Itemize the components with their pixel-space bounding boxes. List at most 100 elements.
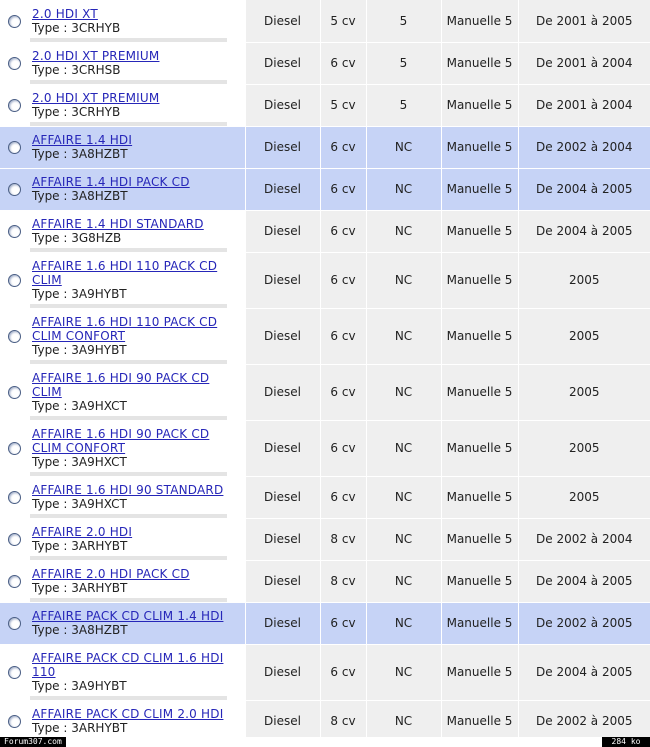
table-row[interactable]: 2.0 HDI XT Type : 3CRHYB Diesel 5 cv 5 Manuel… [0, 0, 650, 43]
table-row[interactable]: 2.0 HDI XT PREMIUM Type : 3CRHSB Diesel 6 c… [0, 42, 650, 85]
radio-button[interactable] [8, 617, 21, 630]
version-type: Type : 3CRHYB [32, 105, 121, 119]
radio-button[interactable] [8, 491, 21, 504]
fiscal-power-cell: 6 cv [319, 168, 366, 211]
doors-cell: NC [365, 644, 441, 701]
row-divider [30, 303, 227, 308]
doors-cell: NC [365, 560, 441, 603]
period-cell: 2005 [517, 252, 650, 309]
gearbox-cell: Manuelle 5 [440, 420, 518, 477]
gearbox-cell: Manuelle 5 [440, 602, 518, 645]
radio-button[interactable] [8, 274, 21, 287]
table-row[interactable]: AFFAIRE 1.4 HDI PACK CD Type : 3A8HZBT Die… [0, 168, 650, 211]
version-type: Type : 3G8HZB [32, 231, 122, 245]
radio-button[interactable] [8, 183, 21, 196]
radio-button[interactable] [8, 14, 21, 28]
fuel-cell: Diesel [244, 252, 320, 309]
version-link[interactable]: AFFAIRE 1.6 HDI 90 PACK CD CLIM [32, 371, 209, 399]
table-row[interactable]: AFFAIRE PACK CD CLIM 2.0 HDI Type : 3ARHY… [0, 700, 650, 743]
doors-cell: NC [365, 420, 441, 477]
doors-cell: 5 [365, 84, 441, 127]
version-link[interactable]: 2.0 HDI XT PREMIUM [32, 91, 159, 105]
version-link[interactable]: AFFAIRE 1.6 HDI 110 PACK CD CLIM [32, 259, 217, 287]
version-cell: AFFAIRE PACK CD CLIM 2.0 HDI Type : 3ARHY… [0, 700, 245, 743]
fuel-cell: Diesel [244, 168, 320, 211]
gearbox-cell: Manuelle 5 [440, 644, 518, 701]
table-row[interactable]: 2.0 HDI XT PREMIUM Type : 3CRHYB Diesel 5 c… [0, 84, 650, 127]
doors-cell: NC [365, 518, 441, 561]
table-row[interactable]: AFFAIRE 1.6 HDI 110 PACK CD CLIM CONFORT… [0, 308, 650, 365]
version-link[interactable]: AFFAIRE 1.4 HDI PACK CD [32, 175, 190, 189]
table-row[interactable]: AFFAIRE 1.4 HDI Type : 3A8HZBT Diesel 6 cv N… [0, 126, 650, 169]
site-watermark: Forum307.com [0, 737, 66, 747]
table-row[interactable]: AFFAIRE 2.0 HDI Type : 3ARHYBT Diesel 8 cv N… [0, 518, 650, 561]
version-link[interactable]: AFFAIRE 1.4 HDI [32, 133, 132, 147]
period-cell: 2005 [517, 308, 650, 365]
radio-button[interactable] [8, 386, 21, 399]
doors-cell: NC [365, 252, 441, 309]
fiscal-power-cell: 6 cv [319, 476, 366, 519]
version-link[interactable]: 2.0 HDI XT PREMIUM [32, 49, 159, 63]
version-cell: AFFAIRE PACK CD CLIM 1.6 HDI 110 Type : 3… [0, 644, 245, 701]
fuel-cell: Diesel [244, 420, 320, 477]
fuel-cell: Diesel [244, 700, 320, 743]
version-type: Type : 3ARHYBT [32, 721, 128, 735]
radio-button[interactable] [8, 330, 21, 343]
fuel-cell: Diesel [244, 518, 320, 561]
row-divider [30, 205, 227, 210]
row-divider [30, 79, 227, 84]
version-link[interactable]: AFFAIRE PACK CD CLIM 1.6 HDI 110 [32, 651, 223, 679]
table-row[interactable]: AFFAIRE 1.6 HDI 90 PACK CD CLIM CONFORT T… [0, 420, 650, 477]
period-cell: 2005 [517, 420, 650, 477]
gearbox-cell: Manuelle 5 [440, 252, 518, 309]
period-cell: De 2001 à 2004 [517, 84, 650, 127]
version-cell: AFFAIRE 1.4 HDI STANDARD Type : 3G8HZB [0, 210, 245, 253]
version-type: Type : 3A8HZBT [32, 147, 128, 161]
row-divider [30, 359, 227, 364]
version-type: Type : 3ARHYBT [32, 581, 128, 595]
version-link[interactable]: AFFAIRE 2.0 HDI PACK CD [32, 567, 190, 581]
image-size-label: 284 ko [602, 737, 650, 747]
version-link[interactable]: AFFAIRE PACK CD CLIM 2.0 HDI [32, 707, 223, 721]
radio-button[interactable] [8, 715, 21, 728]
version-link[interactable]: 2.0 HDI XT [32, 7, 98, 21]
radio-button[interactable] [8, 666, 21, 679]
version-link[interactable]: AFFAIRE 2.0 HDI [32, 525, 132, 539]
version-cell: AFFAIRE 1.4 HDI PACK CD Type : 3A8HZBT [0, 168, 245, 211]
table-row[interactable]: AFFAIRE 1.6 HDI 110 PACK CD CLIM Type : 3… [0, 252, 650, 309]
version-link[interactable]: AFFAIRE 1.6 HDI 90 STANDARD [32, 483, 223, 497]
radio-button[interactable] [8, 99, 21, 112]
row-divider [30, 471, 227, 476]
gearbox-cell: Manuelle 5 [440, 308, 518, 365]
radio-button[interactable] [8, 575, 21, 588]
gearbox-cell: Manuelle 5 [440, 364, 518, 421]
version-type: Type : 3A9HXCT [32, 399, 127, 413]
row-divider [30, 37, 227, 42]
period-cell: De 2004 à 2005 [517, 560, 650, 603]
table-row[interactable]: AFFAIRE 1.6 HDI 90 STANDARD Type : 3A9HXC… [0, 476, 650, 519]
doors-cell: 5 [365, 42, 441, 85]
gearbox-cell: Manuelle 5 [440, 700, 518, 743]
radio-button[interactable] [8, 225, 21, 238]
version-type: Type : 3A8HZBT [32, 189, 128, 203]
fiscal-power-cell: 5 cv [319, 84, 366, 127]
fuel-cell: Diesel [244, 476, 320, 519]
radio-button[interactable] [8, 57, 21, 70]
radio-button[interactable] [8, 442, 21, 455]
version-link[interactable]: AFFAIRE 1.4 HDI STANDARD [32, 217, 204, 231]
row-divider [30, 597, 227, 602]
table-row[interactable]: AFFAIRE 1.6 HDI 90 PACK CD CLIM Type : 3A… [0, 364, 650, 421]
version-link[interactable]: AFFAIRE 1.6 HDI 110 PACK CD CLIM CONFORT [32, 315, 217, 343]
radio-button[interactable] [8, 141, 21, 154]
radio-button[interactable] [8, 533, 21, 546]
fuel-cell: Diesel [244, 602, 320, 645]
table-row[interactable]: AFFAIRE 1.4 HDI STANDARD Type : 3G8HZB Die… [0, 210, 650, 253]
fuel-cell: Diesel [244, 210, 320, 253]
table-row[interactable]: AFFAIRE 2.0 HDI PACK CD Type : 3ARHYBT Die… [0, 560, 650, 603]
version-link[interactable]: AFFAIRE PACK CD CLIM 1.4 HDI [32, 609, 223, 623]
version-link[interactable]: AFFAIRE 1.6 HDI 90 PACK CD CLIM CONFORT [32, 427, 209, 455]
table-row[interactable]: AFFAIRE PACK CD CLIM 1.4 HDI Type : 3A8HZ… [0, 602, 650, 645]
fiscal-power-cell: 6 cv [319, 126, 366, 169]
version-table: 2.0 HDI XT Type : 3CRHYB Diesel 5 cv 5 Manuel… [0, 0, 650, 743]
table-row[interactable]: AFFAIRE PACK CD CLIM 1.6 HDI 110 Type : 3… [0, 644, 650, 701]
